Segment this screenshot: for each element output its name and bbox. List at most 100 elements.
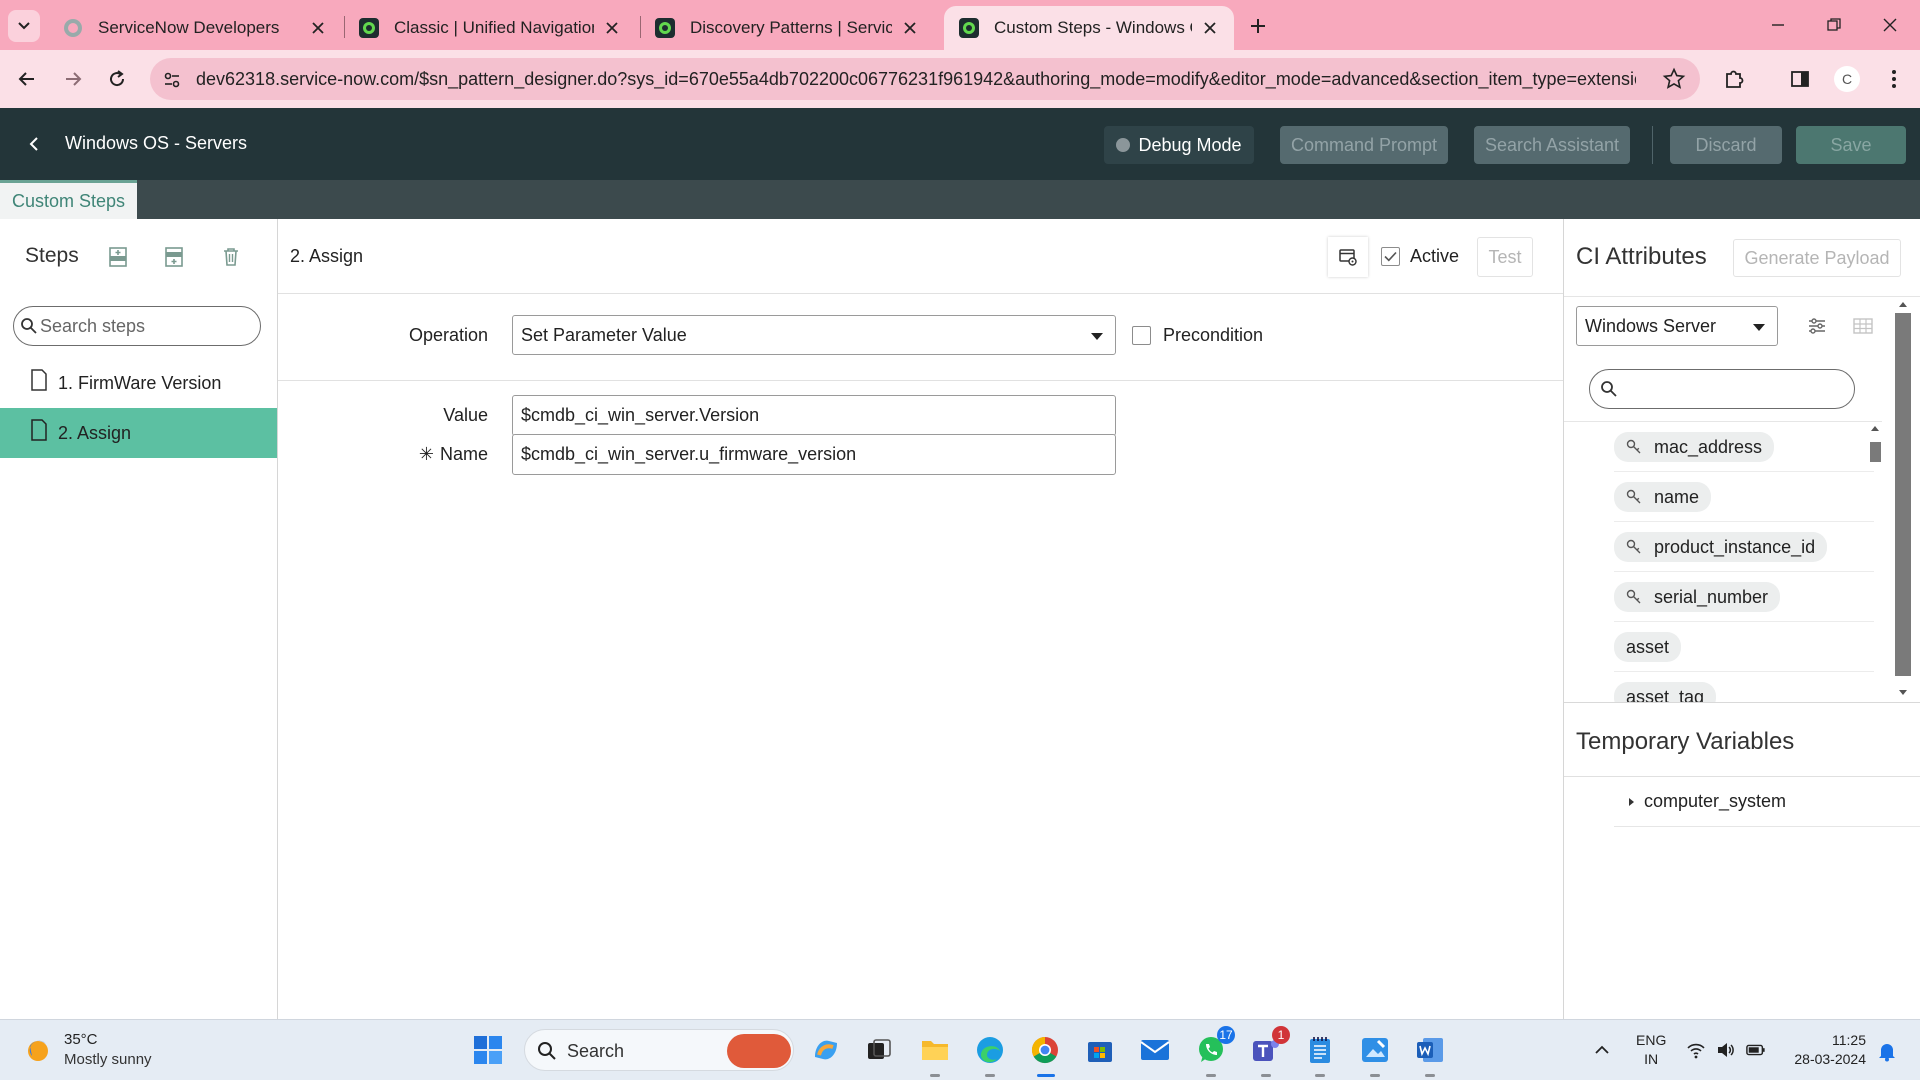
list-item[interactable]: asset — [1614, 622, 1874, 672]
tab-close-icon[interactable] — [1200, 18, 1220, 38]
browser-menu-button[interactable] — [1880, 65, 1908, 93]
site-settings-icon[interactable] — [160, 68, 184, 92]
wifi-icon[interactable] — [1686, 1040, 1706, 1060]
temp-variable-item[interactable]: computer_system — [1629, 791, 1786, 812]
tab-close-icon[interactable] — [308, 18, 328, 38]
weather-sun-icon[interactable] — [24, 1036, 54, 1066]
ci-class-select[interactable]: Windows Server — [1576, 306, 1778, 346]
language-indicator[interactable]: ENG IN — [1636, 1031, 1666, 1069]
search-assistant-button[interactable]: Search Assistant — [1474, 126, 1630, 164]
profile-avatar[interactable]: C — [1834, 66, 1860, 92]
browser-tab-bar: ServiceNow Developers Classic | Unified … — [0, 0, 1920, 50]
scroll-down-icon[interactable] — [1899, 690, 1907, 695]
chevron-up-icon[interactable] — [1592, 1040, 1612, 1060]
active-checkbox[interactable] — [1381, 247, 1400, 266]
side-panel-button[interactable] — [1786, 65, 1814, 93]
attribute-pill[interactable]: serial_number — [1614, 582, 1781, 612]
list-item[interactable]: serial_number — [1614, 572, 1874, 622]
notepad-app[interactable] — [1302, 1032, 1338, 1077]
generate-payload-button[interactable]: Generate Payload — [1733, 239, 1901, 277]
step-item-firmware-version[interactable]: 1. FirmWare Version — [0, 358, 277, 408]
url-omnibox[interactable]: dev62318.service-now.com/$sn_pattern_des… — [150, 58, 1700, 100]
debug-mode-button[interactable]: Debug Mode — [1104, 126, 1254, 164]
attribute-pill[interactable]: asset — [1614, 632, 1682, 662]
browser-tab-discovery-patterns[interactable]: Discovery Patterns | Servicenow — [640, 6, 934, 50]
battery-icon[interactable] — [1746, 1040, 1766, 1060]
chevron-left-icon[interactable] — [22, 132, 46, 156]
attribute-pill[interactable]: asset_tag — [1614, 682, 1717, 702]
store-app[interactable] — [1082, 1032, 1118, 1068]
whatsapp-app[interactable]: 17 — [1193, 1026, 1235, 1077]
add-step-above-icon[interactable] — [106, 245, 130, 269]
list-item[interactable]: product_instance_id — [1614, 522, 1874, 572]
expand-triangle-icon[interactable] — [1629, 797, 1634, 806]
extensions-button[interactable] — [1720, 65, 1748, 93]
edge-app[interactable] — [972, 1032, 1008, 1077]
active-checkbox-group[interactable]: Active — [1381, 246, 1459, 267]
ci-attribute-search-input[interactable] — [1589, 369, 1855, 409]
attribute-pill[interactable]: name — [1614, 482, 1712, 512]
command-prompt-button[interactable]: Command Prompt — [1280, 126, 1448, 164]
start-button[interactable] — [470, 1032, 506, 1068]
scrollbar-thumb[interactable] — [1895, 313, 1911, 676]
trash-icon[interactable] — [219, 245, 243, 269]
tab-search-button[interactable] — [8, 10, 40, 42]
browser-tab-custom-steps[interactable]: Custom Steps - Windows OS - Servers — [944, 6, 1234, 50]
notification-bell-icon[interactable] — [1876, 1040, 1898, 1062]
steps-search-box[interactable] — [13, 306, 261, 346]
system-clock[interactable]: 11:25 28-03-2024 — [1788, 1031, 1866, 1069]
copilot-icon — [815, 1040, 837, 1060]
value-field[interactable]: $cmdb_ci_win_server.Version — [512, 395, 1116, 436]
step-actions-button[interactable] — [1328, 237, 1368, 277]
attribute-name: name — [1654, 486, 1700, 507]
copilot-app[interactable] — [808, 1032, 844, 1068]
discard-button[interactable]: Discard — [1670, 126, 1782, 164]
scrollbar-thumb[interactable] — [1870, 442, 1881, 462]
back-button[interactable] — [10, 62, 44, 96]
precondition-checkbox-group[interactable]: Precondition — [1132, 325, 1263, 346]
tab-close-icon[interactable] — [900, 18, 920, 38]
restore-button[interactable] — [1806, 0, 1862, 50]
new-tab-button[interactable] — [1244, 12, 1272, 40]
attribute-pill[interactable]: mac_address — [1614, 432, 1775, 462]
table-view-icon[interactable] — [1852, 315, 1874, 337]
add-step-below-icon[interactable] — [162, 245, 186, 269]
browser-tab-classic-navigation[interactable]: Classic | Unified Navigation App — [344, 6, 636, 50]
file-explorer-app[interactable] — [917, 1032, 953, 1077]
attribute-list-scrollbar[interactable] — [1869, 424, 1881, 699]
paint-app[interactable] — [1357, 1032, 1393, 1077]
teams-app[interactable]: 1 — [1248, 1026, 1290, 1077]
tab-close-icon[interactable] — [602, 18, 622, 38]
list-item[interactable]: mac_address — [1614, 422, 1874, 472]
task-view-app[interactable] — [861, 1032, 897, 1068]
operation-select[interactable]: Set Parameter Value — [512, 315, 1116, 355]
list-item[interactable]: name — [1614, 472, 1874, 522]
minimize-button[interactable] — [1750, 0, 1806, 50]
browser-tab-servicenow-developers[interactable]: ServiceNow Developers — [48, 6, 342, 50]
scroll-up-icon[interactable] — [1871, 426, 1879, 431]
mail-app[interactable] — [1137, 1032, 1173, 1068]
precondition-checkbox[interactable] — [1132, 326, 1151, 345]
save-button[interactable]: Save — [1796, 126, 1906, 164]
ci-panel-scrollbar[interactable] — [1894, 297, 1912, 702]
taskbar-search-box[interactable]: Search — [524, 1029, 794, 1071]
word-app[interactable] — [1412, 1032, 1448, 1077]
scroll-up-icon[interactable] — [1899, 302, 1907, 307]
search-icon — [1601, 381, 1617, 397]
list-item[interactable]: asset_tag — [1614, 672, 1874, 702]
chrome-app[interactable] — [1027, 1032, 1063, 1077]
volume-icon[interactable] — [1716, 1040, 1736, 1060]
bookmark-star-icon[interactable] — [1662, 67, 1686, 91]
search-steps-input[interactable] — [40, 315, 250, 337]
filter-sliders-icon[interactable] — [1806, 315, 1828, 337]
forward-button[interactable] — [56, 62, 90, 96]
test-button[interactable]: Test — [1477, 237, 1533, 277]
tab-custom-steps[interactable]: Custom Steps — [0, 180, 137, 219]
name-field[interactable]: $cmdb_ci_win_server.u_firmware_version — [512, 434, 1116, 475]
step-item-assign[interactable]: 2. Assign — [0, 408, 277, 458]
attribute-pill[interactable]: product_instance_id — [1614, 532, 1828, 562]
running-indicator — [1206, 1074, 1216, 1077]
reload-button[interactable] — [100, 62, 134, 96]
close-window-button[interactable] — [1862, 0, 1918, 50]
divider — [1564, 702, 1920, 703]
